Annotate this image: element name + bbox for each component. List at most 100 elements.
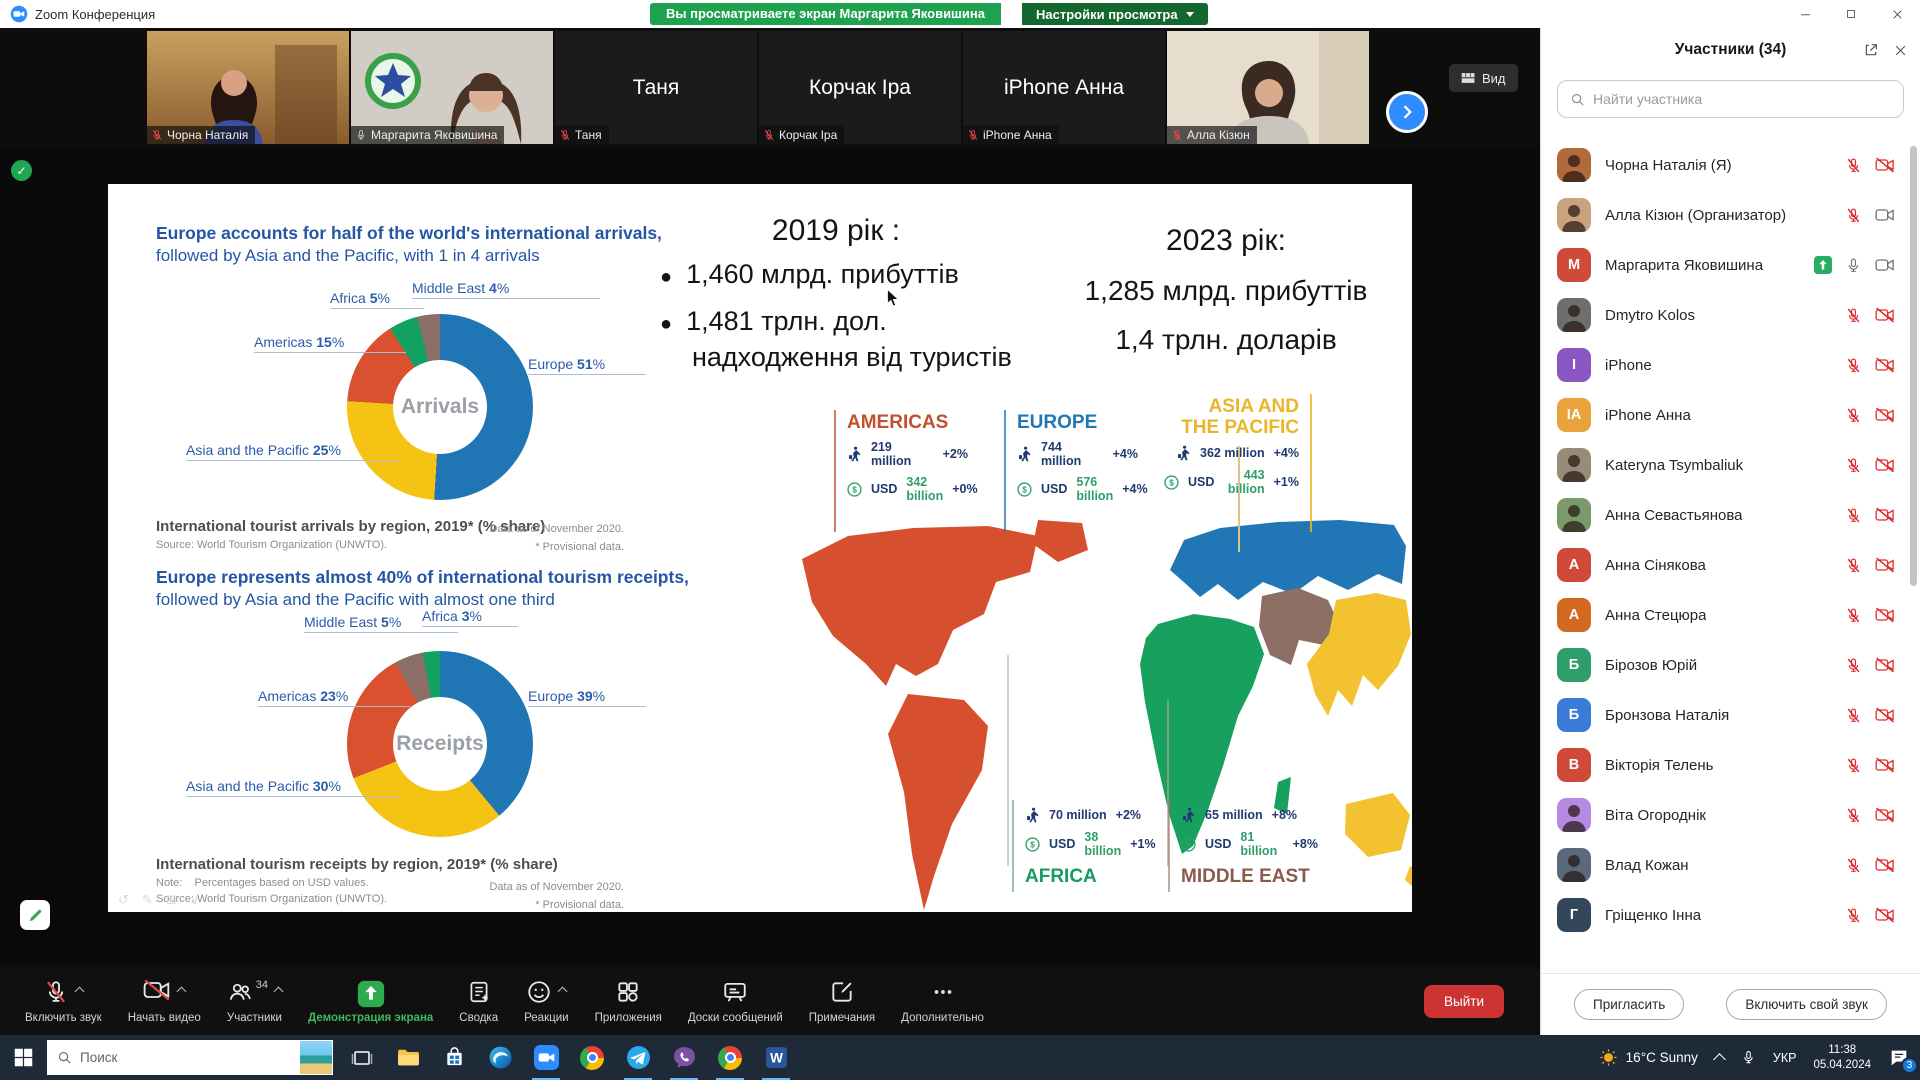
slideshow-controls[interactable]: ↺✎⊞∨ bbox=[118, 892, 199, 908]
taskbar-app-viber-icon[interactable] bbox=[661, 1035, 707, 1080]
taskbar-app-telegram-icon[interactable] bbox=[615, 1035, 661, 1080]
camera-off-icon bbox=[1875, 157, 1895, 173]
participant-row[interactable]: ААнна Сінякова bbox=[1541, 540, 1911, 590]
toolbar-mic-off-button[interactable]: Включить звук bbox=[25, 979, 102, 1024]
toolbar-apps-button[interactable]: Приложения bbox=[595, 979, 662, 1024]
minimize-button[interactable] bbox=[1782, 0, 1828, 28]
toolbar-cam-off-button[interactable]: Начать видео bbox=[128, 979, 201, 1024]
unmute-self-button[interactable]: Включить свой звук bbox=[1726, 989, 1887, 1020]
mic-muted-icon bbox=[1845, 657, 1862, 674]
view-settings-button[interactable]: Настройки просмотра bbox=[1022, 3, 1208, 25]
mouse-cursor bbox=[886, 288, 902, 313]
chevron-up-icon[interactable] bbox=[177, 986, 187, 996]
weather-widget[interactable]: 16°C Sunny bbox=[1599, 1048, 1698, 1067]
reactions-icon bbox=[526, 979, 552, 1005]
participant-row[interactable]: Dmytro Kolos bbox=[1541, 290, 1911, 340]
toolbar-participants-button[interactable]: 34Участники bbox=[227, 979, 282, 1024]
annotation-pencil-tool[interactable] bbox=[20, 900, 50, 930]
avatar bbox=[1557, 298, 1591, 332]
mic-muted-icon bbox=[1845, 907, 1862, 924]
participant-row[interactable]: ММаргарита Яковишина bbox=[1541, 240, 1911, 290]
invite-button[interactable]: Пригласить bbox=[1574, 989, 1684, 1020]
video-tile-2[interactable]: Маргарита Яковишина bbox=[351, 31, 553, 144]
donut-label-americas: Americas 23% bbox=[258, 688, 410, 707]
search-highlight-image[interactable] bbox=[300, 1041, 332, 1074]
dollar-icon: $ bbox=[847, 482, 862, 497]
taskbar-app-edge-icon[interactable] bbox=[477, 1035, 523, 1080]
participant-row[interactable]: Чорна Наталія (Я) bbox=[1541, 140, 1911, 190]
mic-muted-icon bbox=[1845, 207, 1862, 224]
participant-row[interactable]: Влад Кожан bbox=[1541, 840, 1911, 890]
search-input[interactable] bbox=[1593, 91, 1891, 107]
chevron-up-icon[interactable] bbox=[274, 986, 284, 996]
start-button[interactable] bbox=[0, 1035, 47, 1080]
taskbar-search-box[interactable]: Поиск bbox=[47, 1040, 333, 1075]
taskbar-app-store-icon[interactable] bbox=[431, 1035, 477, 1080]
taskbar-app-zoom-icon[interactable] bbox=[523, 1035, 569, 1080]
toolbar-more-button[interactable]: Дополнительно bbox=[901, 979, 984, 1024]
view-layout-button[interactable]: Вид bbox=[1449, 64, 1518, 92]
mic-muted-icon bbox=[559, 129, 571, 141]
maximize-button[interactable] bbox=[1828, 0, 1874, 28]
participant-row[interactable]: Анна Севастьянова bbox=[1541, 490, 1911, 540]
search-placeholder: Поиск bbox=[80, 1050, 117, 1065]
avatar bbox=[1557, 148, 1591, 182]
donut-label-asia-and-the-pacific: Asia and the Pacific 30% bbox=[186, 778, 398, 797]
video-tile-4[interactable]: Корчак ІраКорчак Іра bbox=[759, 31, 961, 144]
participant-row[interactable]: ГГріщенко Інна bbox=[1541, 890, 1911, 940]
taskbar-app-chrome-icon[interactable] bbox=[569, 1035, 615, 1080]
language-indicator[interactable]: УКР bbox=[1773, 1051, 1797, 1065]
toolbar-label: Реакции bbox=[524, 1012, 568, 1024]
taskbar-app-file-explorer-icon[interactable] bbox=[385, 1035, 431, 1080]
taskbar-app-chrome-2-icon[interactable] bbox=[707, 1035, 753, 1080]
video-tile-1[interactable]: Чорна Наталія bbox=[147, 31, 349, 144]
taskbar-clock[interactable]: 11:38 05.04.2024 bbox=[1813, 1043, 1871, 1073]
participant-row[interactable]: ВВікторія Телень bbox=[1541, 740, 1911, 790]
toolbar-whiteboard-button[interactable]: Доски сообщений bbox=[688, 979, 783, 1024]
hidden-icons-chevron[interactable] bbox=[1713, 1053, 1726, 1066]
tray-mic-icon[interactable] bbox=[1741, 1050, 1756, 1065]
participant-row[interactable]: ББірозов Юрій bbox=[1541, 640, 1911, 690]
participant-row[interactable]: IiPhone bbox=[1541, 340, 1911, 390]
participant-row[interactable]: Віта Огороднік bbox=[1541, 790, 1911, 840]
camera-off-icon bbox=[1875, 857, 1895, 873]
close-button[interactable] bbox=[1874, 0, 1920, 28]
mic-muted-icon bbox=[1845, 507, 1862, 524]
tile-name-label: Алла Кізюн bbox=[1167, 126, 1257, 144]
toolbar-share-screen-button[interactable]: Демонстрация экрана bbox=[308, 979, 433, 1024]
toolbar-summary-button[interactable]: Сводка bbox=[459, 979, 498, 1024]
participant-row[interactable]: Kateryna Tsymbaliuk bbox=[1541, 440, 1911, 490]
camera-off-icon bbox=[1875, 907, 1895, 923]
toolbar-notes-button[interactable]: Примечания bbox=[809, 979, 875, 1024]
svg-text:$: $ bbox=[852, 485, 857, 494]
region-receipts: $USD342 billion+0% bbox=[847, 475, 968, 503]
mic-icon bbox=[1845, 257, 1862, 274]
avatar: Г bbox=[1557, 898, 1591, 932]
popout-panel-icon[interactable] bbox=[1863, 42, 1879, 58]
mic-muted-icon bbox=[1845, 307, 1862, 324]
notification-center-icon[interactable]: 3 bbox=[1888, 1047, 1910, 1069]
video-tile-6[interactable]: Алла Кізюн bbox=[1167, 31, 1369, 144]
mic-muted-icon bbox=[763, 129, 775, 141]
taskbar-app-task-view-icon[interactable] bbox=[339, 1035, 385, 1080]
participant-row[interactable]: ААнна Стецюра bbox=[1541, 590, 1911, 640]
taskbar-app-word-icon[interactable]: W bbox=[753, 1035, 799, 1080]
region-name: ASIA ANDTHE PACIFIC bbox=[1164, 396, 1299, 438]
close-panel-icon[interactable] bbox=[1893, 43, 1908, 58]
camera-off-icon bbox=[1875, 307, 1895, 323]
tile-name-label: Маргарита Яковишина bbox=[351, 126, 504, 144]
participant-search-box[interactable] bbox=[1557, 80, 1904, 118]
chevron-up-icon[interactable] bbox=[75, 986, 85, 996]
participant-row[interactable]: ББронзова Наталія bbox=[1541, 690, 1911, 740]
video-tile-5[interactable]: iPhone АннаiPhone Анна bbox=[963, 31, 1165, 144]
scrollbar-thumb[interactable] bbox=[1910, 146, 1917, 586]
video-tile-3[interactable]: ТаняТаня bbox=[555, 31, 757, 144]
tile-name-label: Чорна Наталія bbox=[147, 126, 255, 144]
participant-row[interactable]: Алла Кізюн (Организатор) bbox=[1541, 190, 1911, 240]
dollar-icon: $ bbox=[1164, 475, 1179, 490]
participant-row[interactable]: IAiPhone Анна bbox=[1541, 390, 1911, 440]
leave-button[interactable]: Выйти bbox=[1424, 985, 1504, 1018]
toolbar-reactions-button[interactable]: Реакции bbox=[524, 979, 568, 1024]
next-page-arrow-button[interactable] bbox=[1386, 91, 1428, 133]
chevron-up-icon[interactable] bbox=[558, 986, 568, 996]
